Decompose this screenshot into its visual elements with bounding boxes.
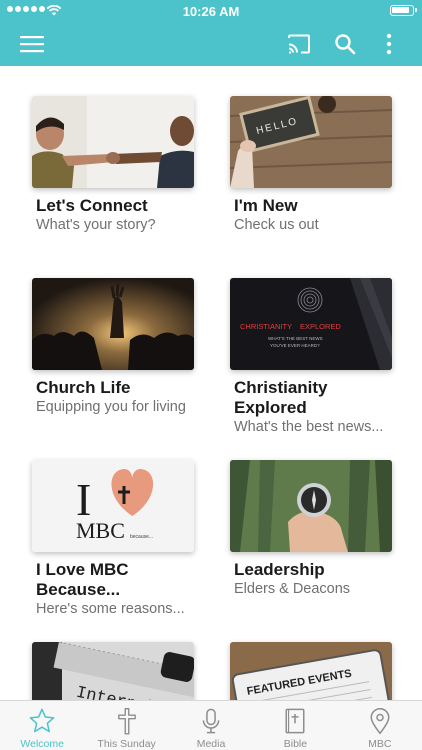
tab-label: Media	[196, 738, 226, 750]
card-title: Let's Connect	[36, 196, 148, 215]
card-title: Christianity Explored	[234, 378, 328, 417]
tab-this-sunday[interactable]: This Sunday	[84, 701, 168, 750]
card-leadership[interactable]: Leadership Elders & Deacons	[230, 460, 392, 598]
tab-bible[interactable]: Bible	[253, 701, 337, 750]
card-im-new[interactable]: HELLO I'm New Check us out	[230, 96, 392, 234]
bottom-tab-bar: Welcome This Sunday Media Bible MBC	[0, 700, 422, 750]
tab-media[interactable]: Media	[169, 701, 253, 750]
app-header	[0, 22, 422, 66]
image-text-mbc: MBC	[76, 518, 125, 543]
card-image-compass-forest	[230, 460, 392, 552]
more-vertical-icon[interactable]	[375, 30, 403, 58]
tab-label: MBC	[368, 738, 392, 750]
card-internship[interactable]: Internship	[32, 642, 194, 700]
search-icon[interactable]	[331, 30, 359, 58]
image-text-ever-heard: YOU'VE EVER HEARD?	[270, 343, 320, 348]
card-title: Leadership	[234, 560, 325, 579]
status-bar: 10:26 AM	[0, 0, 422, 22]
bible-icon	[280, 706, 310, 736]
card-subtitle: What's the best news...	[234, 419, 384, 435]
card-image-hello-chalkboard: HELLO	[230, 96, 392, 188]
card-title: I'm New	[234, 196, 298, 215]
microphone-icon	[196, 706, 226, 736]
card-title: Church Life	[36, 378, 131, 397]
status-time: 10:26 AM	[182, 4, 240, 19]
card-christianity-explored[interactable]: CHRISTIANITY EXPLORED WHAT'S THE BEST NE…	[230, 278, 392, 436]
battery-icon	[390, 5, 417, 16]
image-text-because: because...	[130, 534, 153, 540]
card-subtitle: Elders & Deacons	[234, 581, 351, 597]
tab-label: This Sunday	[97, 738, 156, 750]
image-text-best-news: WHAT'S THE BEST NEWS	[268, 336, 323, 341]
map-pin-icon	[365, 706, 395, 736]
image-text-christianity: CHRISTIANITY	[240, 322, 292, 331]
card-image-worship-crowd	[32, 278, 194, 370]
tab-welcome[interactable]: Welcome	[0, 701, 84, 750]
card-image-handshake	[32, 96, 194, 188]
tab-mbc[interactable]: MBC	[338, 701, 422, 750]
card-image-featured-events: FEATURED EVENTS	[230, 642, 392, 700]
card-image-i-love-mbc: I MBC because...	[32, 460, 194, 552]
card-subtitle: Equipping you for living	[36, 399, 186, 415]
cast-icon[interactable]	[285, 30, 313, 58]
card-subtitle: Here's some reasons...	[36, 601, 185, 617]
image-text-explored: EXPLORED	[300, 322, 341, 331]
card-featured-events[interactable]: FEATURED EVENTS	[230, 642, 392, 700]
card-subtitle: Check us out	[234, 217, 319, 233]
hamburger-icon[interactable]	[18, 30, 46, 58]
card-image-internship: Internship	[32, 642, 194, 700]
card-image-christianity-explored: CHRISTIANITY EXPLORED WHAT'S THE BEST NE…	[230, 278, 392, 370]
card-subtitle: What's your story?	[36, 217, 156, 233]
tab-label: Bible	[283, 738, 308, 750]
cross-icon	[112, 706, 142, 736]
tab-label: Welcome	[20, 738, 64, 750]
content-grid: Let's Connect What's your story? HELLO I…	[0, 66, 422, 700]
card-title: I Love MBC Because...	[36, 560, 129, 599]
card-church-life[interactable]: Church Life Equipping you for living	[32, 278, 194, 416]
star-icon	[27, 706, 57, 736]
card-lets-connect[interactable]: Let's Connect What's your story?	[32, 96, 194, 234]
card-i-love-mbc[interactable]: I MBC because... I Love MBC Because... H…	[32, 460, 194, 618]
